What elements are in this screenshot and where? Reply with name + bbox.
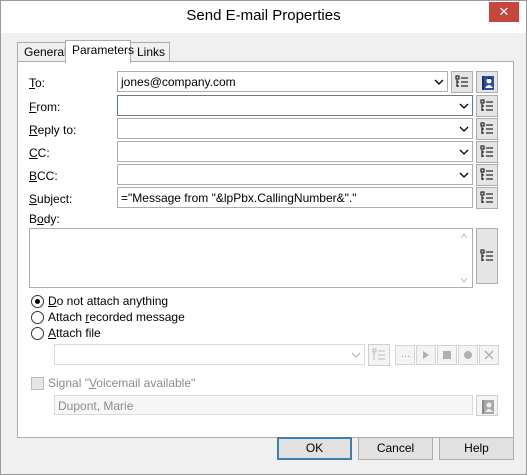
cc-combo[interactable] — [117, 141, 473, 162]
attach-file-combo[interactable] — [54, 344, 365, 365]
chevron-down-icon — [459, 103, 469, 109]
record-icon — [464, 351, 472, 359]
signal-voicemail-label: Signal "Voicemail available" — [48, 376, 196, 390]
chevron-down-icon — [459, 126, 469, 132]
delete-button[interactable] — [479, 345, 499, 365]
reply-to-label: Reply to: — [29, 123, 77, 137]
title-bar: Send E-mail Properties ✕ — [1, 1, 526, 33]
chevron-down-icon — [459, 149, 469, 155]
play-button[interactable] — [416, 345, 436, 365]
variable-list-icon — [480, 145, 493, 157]
address-book-icon — [482, 400, 494, 414]
subject-value: ="Message from "&lpPbx.CallingNumber&"." — [121, 191, 357, 205]
parameters-panel: To: jones@company.com From: Reply to: CC… — [17, 61, 514, 438]
cc-label: CC: — [29, 146, 50, 160]
attach-recorded-label: Attach recorded message — [48, 310, 185, 324]
bcc-label: BCC: — [29, 169, 58, 183]
variable-list-icon — [455, 75, 468, 87]
body-textarea[interactable] — [29, 228, 473, 288]
variable-list-icon — [372, 348, 385, 360]
chevron-down-icon — [459, 172, 469, 178]
play-icon — [423, 351, 429, 359]
scroll-up-icon[interactable] — [460, 233, 468, 239]
close-button[interactable]: ✕ — [489, 2, 519, 22]
chevron-down-icon — [434, 79, 444, 85]
to-combo[interactable]: jones@company.com — [117, 71, 448, 92]
radio-attach-file[interactable] — [31, 327, 44, 340]
reply-to-combo[interactable] — [117, 118, 473, 139]
stop-button[interactable] — [437, 345, 457, 365]
tab-links[interactable]: Links — [130, 42, 170, 62]
from-combo[interactable] — [117, 95, 473, 116]
voicemail-user-field[interactable]: Dupont, Marie — [54, 395, 473, 415]
browse-button[interactable]: ... — [395, 345, 415, 365]
signal-voicemail-checkbox[interactable] — [31, 377, 44, 390]
to-value: jones@company.com — [121, 75, 236, 89]
subject-variable-button[interactable] — [476, 187, 498, 209]
variable-list-icon — [480, 249, 493, 261]
variable-list-icon — [480, 168, 493, 180]
voicemail-user-button[interactable] — [476, 395, 498, 416]
variable-list-icon — [480, 99, 493, 111]
body-variable-button[interactable] — [476, 228, 498, 284]
tab-general[interactable]: General — [17, 42, 67, 62]
variable-list-icon — [480, 191, 493, 203]
cc-variable-button[interactable] — [476, 141, 498, 163]
subject-input[interactable]: ="Message from "&lpPbx.CallingNumber&"." — [117, 187, 473, 208]
voicemail-user-value: Dupont, Marie — [58, 399, 134, 413]
ok-button[interactable]: OK — [277, 437, 352, 460]
dialog-window: Send E-mail Properties ✕ General Paramet… — [0, 0, 527, 475]
no-attachment-label: Do not attach anything — [48, 294, 169, 308]
delete-x-icon — [484, 350, 494, 360]
cancel-button[interactable]: Cancel — [358, 437, 433, 460]
attach-variable-button[interactable] — [368, 344, 390, 366]
stop-icon — [443, 351, 451, 359]
from-variable-button[interactable] — [476, 95, 498, 117]
body-label: Body: — [29, 212, 60, 226]
reply-to-variable-button[interactable] — [476, 118, 498, 140]
address-book-icon — [482, 76, 494, 90]
radio-no-attachment[interactable] — [31, 295, 44, 308]
subject-label: Subject: — [29, 192, 73, 206]
help-button[interactable]: Help — [439, 437, 514, 460]
radio-attach-recorded[interactable] — [31, 311, 44, 324]
chevron-down-icon — [351, 352, 361, 358]
to-label: To: — [29, 76, 46, 90]
window-title: Send E-mail Properties — [186, 7, 341, 24]
tab-parameters[interactable]: Parameters — [65, 40, 134, 63]
browse-label: ... — [401, 348, 411, 360]
bcc-combo[interactable] — [117, 164, 473, 185]
attach-file-label: Attach file — [48, 326, 101, 340]
address-book-button[interactable] — [476, 71, 498, 93]
variable-list-icon — [480, 122, 493, 134]
dialog-client: General Parameters Links To: jones@compa… — [1, 33, 526, 474]
bcc-variable-button[interactable] — [476, 164, 498, 186]
to-variable-button[interactable] — [451, 71, 473, 93]
record-button[interactable] — [458, 345, 478, 365]
scroll-down-icon[interactable] — [460, 277, 468, 283]
from-label: From: — [29, 100, 61, 114]
body-scrollbar[interactable] — [456, 229, 472, 287]
